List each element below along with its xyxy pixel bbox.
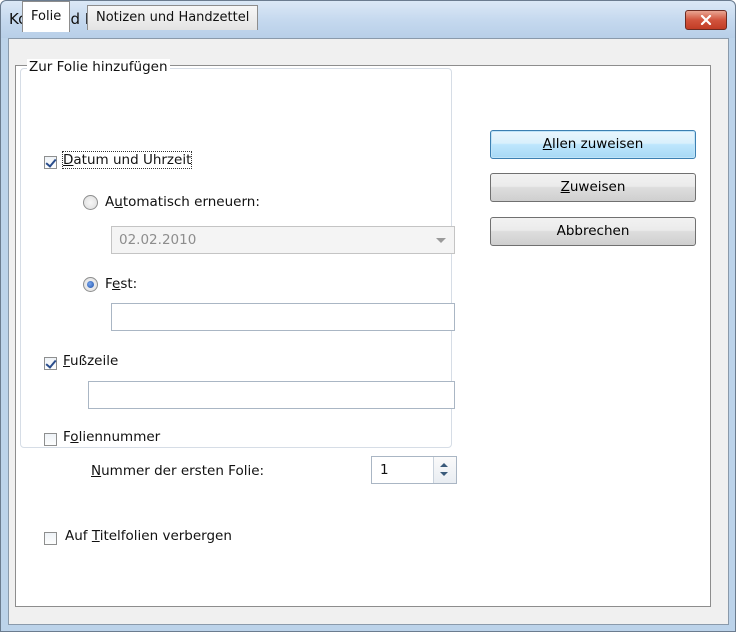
auto-update-radio[interactable] <box>83 195 98 210</box>
footer-label[interactable]: Fußzeile <box>63 353 118 369</box>
date-time-label[interactable]: Datum und Uhrzeit <box>61 151 193 169</box>
spinner-buttons[interactable] <box>433 457 456 483</box>
footer-checkbox[interactable] <box>44 357 57 370</box>
tab-notizen-handzettel[interactable]: Notizen und Handzettel <box>87 5 259 30</box>
fixed-date-input[interactable] <box>111 303 455 331</box>
footer-input[interactable] <box>88 381 455 409</box>
apply-button[interactable]: Zuweisen <box>490 173 696 202</box>
hide-on-title-slides-label[interactable]: Auf Titelfolien verbergen <box>65 528 232 544</box>
spin-up-icon[interactable] <box>440 463 448 467</box>
date-time-checkbox[interactable] <box>44 156 57 169</box>
dialog-window: Kopf- und Fußzeile Folie Notizen und Han… <box>0 0 736 632</box>
first-slide-number-label: Nummer der ersten Folie: <box>91 463 265 479</box>
auto-update-label[interactable]: Automatisch erneuern: <box>105 194 260 210</box>
fixed-label[interactable]: Fest: <box>105 276 137 292</box>
date-format-value: 02.02.2010 <box>119 232 197 248</box>
close-icon <box>700 15 712 25</box>
tab-folie[interactable]: Folie <box>22 1 71 32</box>
close-button[interactable] <box>685 10 727 30</box>
tab-folie-label: Folie <box>31 9 62 24</box>
spin-down-icon[interactable] <box>440 472 448 476</box>
hide-on-title-slides-checkbox[interactable] <box>44 532 57 545</box>
chevron-down-icon <box>436 238 446 243</box>
first-slide-number-value: 1 <box>380 462 389 478</box>
group-label: Zur Folie hinzufügen <box>27 59 170 75</box>
slide-number-label[interactable]: Foliennummer <box>63 429 160 445</box>
first-slide-number-spinner[interactable]: 1 <box>371 456 457 484</box>
slide-number-checkbox[interactable] <box>44 433 57 446</box>
apply-to-all-button[interactable]: Allen zuweisen <box>490 130 696 159</box>
tab-notizen-label: Notizen und Handzettel <box>96 10 250 25</box>
fixed-radio[interactable] <box>83 277 98 292</box>
cancel-button[interactable]: Abbrechen <box>490 217 696 246</box>
date-format-combo[interactable]: 02.02.2010 <box>111 226 455 254</box>
